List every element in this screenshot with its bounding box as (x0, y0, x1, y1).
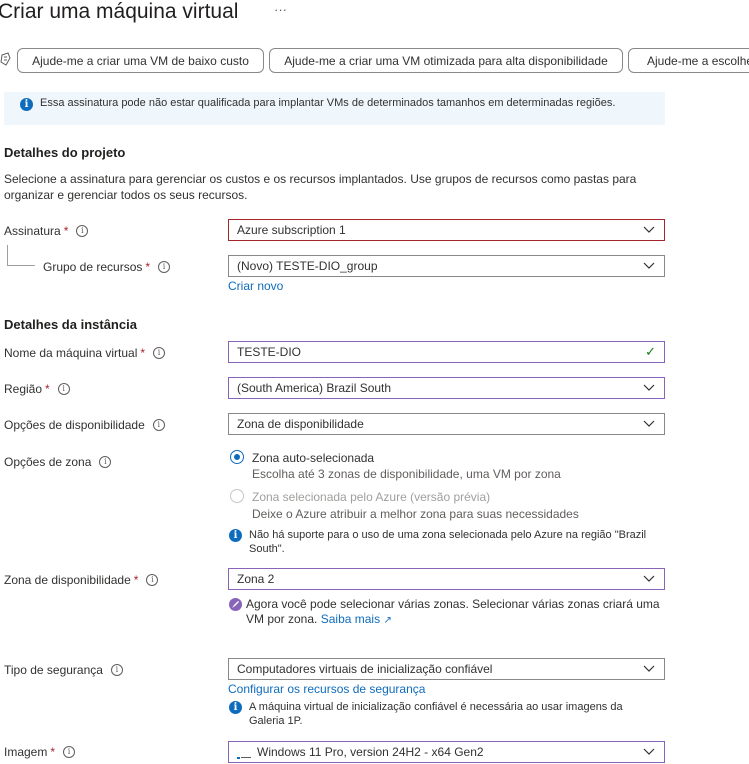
resource-group-label-text: Grupo de recursos (43, 260, 143, 274)
configure-security-link[interactable]: Configurar os recursos de segurança (228, 682, 425, 696)
radio-dot (234, 454, 240, 460)
info-tooltip-icon[interactable]: i (152, 419, 165, 431)
chevron-down-icon (640, 262, 658, 270)
info-tooltip-icon[interactable]: i (110, 664, 123, 676)
chevron-down-icon (640, 384, 658, 392)
vm-name-label-text: Nome da máquina virtual (4, 346, 138, 360)
resource-group-label: Grupo de recursos * i (43, 259, 171, 275)
required-mark: * (63, 224, 69, 238)
region-value: (South America) Brazil South (237, 381, 392, 395)
project-details-description: Selecione a assinatura para gerenciar os… (4, 172, 637, 202)
info-banner-text: Essa assinatura pode não estar qualifica… (40, 97, 616, 109)
availability-options-dropdown[interactable]: Zona de disponibilidade (228, 413, 665, 435)
resource-group-dropdown[interactable]: (Novo) TESTE-DIO_group (228, 255, 665, 277)
create-new-resource-group-link[interactable]: Criar novo (228, 279, 283, 293)
availability-options-label-text: Opções de disponibilidade (4, 418, 145, 432)
subscription-label: Assinatura * i (4, 223, 89, 239)
security-type-dropdown[interactable]: Computadores virtuais de inicialização c… (228, 658, 665, 680)
copilot-icon (0, 52, 12, 66)
info-tooltip-icon[interactable]: i (158, 261, 171, 273)
subscription-label-text: Assinatura (4, 224, 61, 238)
zone-options-label-text: Opções de zona (4, 455, 92, 469)
info-tooltip-icon[interactable]: i (153, 347, 166, 359)
project-details-heading: Detalhes do projeto (4, 145, 126, 160)
windows-logo-icon (237, 750, 251, 759)
availability-options-label: Opções de disponibilidade i (4, 417, 165, 433)
instance-details-heading: Detalhes da instância (4, 317, 137, 332)
multi-zone-note: Agora você pode selecionar várias zonas.… (246, 597, 666, 628)
zone-auto-radio[interactable] (230, 450, 244, 464)
tree-connector (7, 245, 8, 265)
required-mark: * (145, 260, 151, 274)
zone-auto-description: Escolha até 3 zonas de disponibilidade, … (252, 467, 561, 481)
security-type-value: Computadores virtuais de inicialização c… (237, 662, 493, 676)
checkmark-icon: ✓ (645, 344, 656, 359)
tree-connector-horizontal (7, 265, 35, 266)
suggestion-high-availability-button[interactable]: Ajude-me a criar uma VM otimizada para a… (269, 48, 623, 73)
availability-zone-label: Zona de disponibilidade * i (4, 572, 159, 588)
vm-name-value: TESTE-DIO (237, 345, 302, 359)
zone-auto-title: Zona auto-selecionada (252, 451, 375, 465)
security-type-label: Tipo de segurança i (4, 662, 123, 678)
region-label-text: Região (4, 382, 43, 396)
vm-name-input[interactable]: TESTE-DIO ✓ (228, 341, 665, 363)
security-type-label-text: Tipo de segurança (4, 663, 103, 677)
availability-options-value: Zona de disponibilidade (237, 417, 364, 431)
multi-zone-note-text: Agora você pode selecionar várias zonas.… (246, 597, 660, 626)
vm-name-label: Nome da máquina virtual * i (4, 345, 166, 361)
zone-options-label: Opções de zona i (4, 454, 112, 470)
region-label: Região * i (4, 381, 70, 397)
info-icon: i (229, 701, 242, 714)
availability-zone-label-text: Zona de disponibilidade (4, 573, 131, 587)
page-title: Criar uma máquina virtual (0, 0, 239, 23)
external-link-icon: ↗ (383, 615, 392, 626)
info-tooltip-icon[interactable]: i (99, 456, 112, 468)
image-dropdown[interactable]: Windows 11 Pro, version 24H2 - x64 Gen2 (228, 741, 665, 763)
info-icon: i (229, 529, 242, 542)
required-mark: * (133, 573, 139, 587)
zone-support-note: Não há suporte para o uso de uma zona se… (249, 529, 647, 555)
availability-zone-dropdown[interactable]: Zona 2 (228, 568, 665, 590)
info-tooltip-icon[interactable]: i (57, 383, 70, 395)
subscription-dropdown[interactable]: Azure subscription 1 (228, 219, 665, 241)
chevron-down-icon (640, 226, 658, 234)
chevron-down-icon (640, 420, 658, 428)
learn-more-link[interactable]: Saiba mais (321, 612, 380, 626)
image-label: Imagem * i (4, 744, 76, 760)
info-tooltip-icon[interactable]: i (63, 746, 76, 758)
zone-azure-title: Zona selecionada pelo Azure (versão prév… (252, 490, 491, 504)
resource-group-value: (Novo) TESTE-DIO_group (237, 259, 378, 273)
region-dropdown[interactable]: (South America) Brazil South (228, 377, 665, 399)
info-banner: i Essa assinatura pode não estar qualifi… (4, 92, 665, 125)
zone-azure-description: Deixe o Azure atribuir a melhor zona par… (252, 507, 579, 521)
availability-zone-value: Zona 2 (237, 572, 275, 586)
info-tooltip-icon[interactable]: i (76, 225, 89, 237)
zone-azure-radio[interactable] (230, 489, 244, 503)
suggestion-low-cost-button[interactable]: Ajude-me a criar uma VM de baixo custo (17, 48, 264, 73)
rocket-icon (229, 598, 242, 611)
chevron-down-icon (640, 665, 658, 673)
suggestion-choose-button[interactable]: Ajude-me a escolher (628, 48, 749, 73)
info-icon: i (20, 98, 33, 111)
chevron-down-icon (640, 748, 658, 756)
security-note: A máquina virtual de inicialização confi… (249, 701, 623, 727)
subscription-value: Azure subscription 1 (237, 223, 346, 237)
chevron-down-icon (640, 575, 658, 583)
required-mark: * (140, 346, 146, 360)
required-mark: * (45, 382, 50, 396)
more-options-button[interactable]: ··· (274, 2, 287, 17)
info-tooltip-icon[interactable]: i (146, 574, 159, 586)
